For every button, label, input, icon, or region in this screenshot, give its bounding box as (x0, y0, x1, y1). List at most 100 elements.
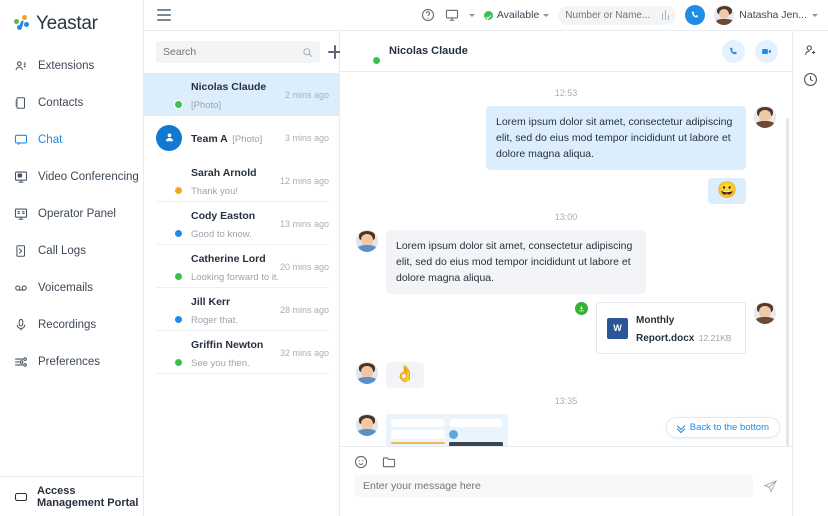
time-divider: 13:35 (356, 396, 776, 406)
monitor-icon[interactable] (445, 8, 460, 23)
yeastar-logo-icon (14, 15, 33, 34)
hamburger-menu-icon[interactable] (157, 9, 171, 21)
search-icon (302, 47, 313, 58)
image-attachment[interactable] (386, 414, 508, 446)
composer-tools (354, 455, 778, 469)
time-divider: 13:00 (356, 212, 776, 222)
list-item[interactable]: Team A [Photo] 3 mins ago (144, 116, 339, 159)
dial-search-box[interactable] (558, 6, 676, 25)
message-row: Lorem ipsum dolor sit amet, consectetur … (356, 106, 776, 170)
list-item[interactable]: Catherine Lord Looking forward to it. 20… (144, 245, 339, 288)
phone-call-icon (728, 46, 739, 57)
back-to-bottom-label: Back to the bottom (690, 422, 769, 433)
contact-name: Team A (191, 133, 228, 145)
conversation-header: Nicolas Claude (340, 31, 792, 72)
contact-name: Catherine Lord (191, 253, 266, 265)
logo-text: Yeastar (36, 13, 98, 35)
microphone-icon (14, 318, 28, 332)
infographic-right-column (449, 419, 503, 446)
sidebar-item-contacts[interactable]: Contacts (0, 89, 143, 116)
message-row: Lorem ipsum dolor sit amet, consectetur … (356, 230, 776, 294)
send-paper-plane-icon[interactable] (763, 479, 778, 494)
sidebar-item-label: Video Conferencing (38, 171, 139, 183)
list-item[interactable]: Jill Kerr Roger that. 28 mins ago (144, 288, 339, 331)
sidebar-item-extensions[interactable]: Extensions (0, 52, 143, 79)
download-icon[interactable] (575, 302, 588, 315)
message-composer (340, 446, 792, 516)
contact-name: Griffin Newton (191, 339, 263, 351)
sidebar-item-voicemails[interactable]: Voicemails (0, 274, 143, 301)
sidebar-item-label: Preferences (38, 356, 100, 368)
dialpad-icon[interactable] (662, 10, 670, 20)
list-item-meta: Nicolas Claude [Photo] (191, 77, 276, 113)
sidebar-item-call-logs[interactable]: Call Logs (0, 237, 143, 264)
word-document-icon: W (607, 318, 628, 339)
sidebar-item-video-conferencing[interactable]: Video Conferencing (0, 163, 143, 190)
message-row: W Monthly Report.docx 12.21KB (356, 302, 776, 354)
search-box[interactable] (156, 41, 320, 63)
avatar (156, 211, 182, 237)
call-button[interactable] (685, 5, 705, 25)
portal-label: Access Management Portal (37, 485, 143, 509)
message-preview: Thank you! (191, 186, 238, 197)
top-bar: Available (144, 0, 828, 31)
timestamp: 20 mins ago (280, 262, 329, 272)
infographic-left-column (391, 419, 445, 446)
list-item-meta: Jill Kerr Roger that. (191, 292, 271, 328)
sidebar-item-operator-panel[interactable]: Operator Panel (0, 200, 143, 227)
message-preview: [Photo] (191, 100, 221, 111)
scrollbar[interactable] (786, 118, 789, 446)
chat-search-row (144, 31, 339, 73)
message-preview: Roger that. (191, 315, 238, 326)
status-badge (174, 229, 183, 238)
sidebar-item-label: Operator Panel (38, 208, 116, 220)
conversation-panel: Nicolas Claude 12:53 (340, 31, 828, 516)
list-item[interactable]: Griffin Newton See you then. 32 mins ago (144, 331, 339, 374)
emoji-smiley-icon[interactable] (354, 455, 368, 469)
list-item[interactable]: Cody Easton Good to know. 13 mins ago (144, 202, 339, 245)
status-badge (174, 100, 183, 109)
presence-status[interactable]: Available (484, 9, 549, 21)
history-clock-icon[interactable] (803, 72, 818, 87)
contact-name: Jill Kerr (191, 296, 230, 308)
avatar (156, 168, 182, 194)
list-item-meta: Griffin Newton See you then. (191, 335, 271, 371)
status-badge (174, 186, 183, 195)
video-camera-icon (761, 46, 772, 57)
voicemail-icon (14, 281, 28, 295)
folder-attach-icon[interactable] (382, 455, 396, 469)
avatar (156, 254, 182, 280)
chevron-down-icon[interactable] (469, 14, 475, 17)
back-to-bottom-button[interactable]: Back to the bottom (666, 417, 780, 438)
search-input[interactable] (163, 46, 298, 58)
dial-search-input[interactable] (565, 10, 657, 21)
conversation-main: Nicolas Claude 12:53 (340, 31, 792, 516)
chevron-down-icon (543, 14, 549, 17)
file-size: 12.21KB (699, 333, 732, 343)
sidebar-item-recordings[interactable]: Recordings (0, 311, 143, 338)
chat-list: Nicolas Claude [Photo] 2 mins ago (144, 73, 339, 516)
status-badge (174, 358, 183, 367)
sidebar-item-chat[interactable]: Chat (0, 126, 143, 153)
message-input[interactable] (363, 480, 744, 492)
help-circle-icon[interactable] (421, 8, 436, 23)
chat-bubble-icon (14, 133, 28, 147)
message-preview: Looking forward to it. (191, 272, 279, 283)
audio-call-button[interactable] (722, 40, 745, 63)
sidebar-item-label: Recordings (38, 319, 96, 331)
add-person-icon[interactable] (803, 43, 818, 58)
sidebar: Yeastar Extensions Contacts Chat (0, 0, 144, 516)
avatar (156, 340, 182, 366)
sidebar-item-preferences[interactable]: Preferences (0, 348, 143, 375)
composer-row (354, 475, 778, 497)
access-management-portal-link[interactable]: Access Management Portal (0, 476, 143, 516)
user-menu[interactable]: Natasha Jen... (714, 5, 818, 25)
message-preview: Good to know. (191, 229, 252, 240)
list-item[interactable]: Sarah Arnold Thank you! 12 mins ago (144, 159, 339, 202)
file-attachment[interactable]: W Monthly Report.docx 12.21KB (596, 302, 746, 354)
list-item-meta: Team A [Photo] (191, 129, 276, 147)
video-call-button[interactable] (755, 40, 778, 63)
list-item[interactable]: Nicolas Claude [Photo] 2 mins ago (144, 73, 339, 116)
message-input-wrap[interactable] (354, 475, 753, 497)
avatar (754, 302, 776, 324)
